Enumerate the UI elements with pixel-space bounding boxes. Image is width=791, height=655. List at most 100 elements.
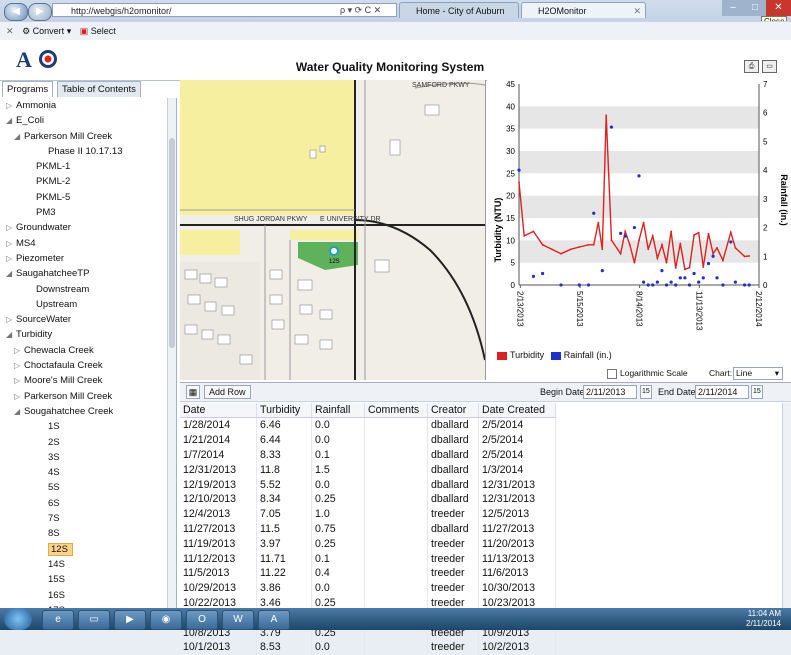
table-cell[interactable]: treeder [427, 580, 479, 596]
table-cell[interactable]: 1.5 [311, 462, 365, 478]
tab-table-of-contents[interactable]: Table of Contents [57, 81, 141, 97]
table-cell[interactable]: dballard [427, 432, 479, 448]
tree-node[interactable]: Upstream [0, 297, 176, 312]
chart-type-select[interactable]: Line ▾ [733, 367, 783, 380]
table-cell[interactable]: 11/5/2013 [180, 565, 257, 581]
table-cell[interactable]: 12/5/2013 [478, 506, 556, 522]
table-cell[interactable]: 0.0 [311, 639, 365, 655]
collapsed-arrow-icon[interactable]: ▷ [6, 251, 16, 266]
table-cell[interactable] [364, 565, 428, 581]
begin-date-field[interactable]: 2/11/2013 [583, 385, 637, 399]
tree-node[interactable]: ▷ Moore's Mill Creek [0, 373, 176, 388]
tree-node[interactable]: PM3 [0, 205, 176, 220]
table-cell[interactable] [364, 491, 428, 507]
tree-node[interactable]: PKML-5 [0, 190, 176, 205]
table-cell[interactable]: dballard [427, 491, 479, 507]
tree-node[interactable]: ◢ Sougahatchee Creek [0, 404, 176, 419]
tab-programs[interactable]: Programs [2, 81, 54, 97]
table-cell[interactable]: 1/7/2014 [180, 447, 257, 463]
tree-node[interactable]: 12S [0, 542, 176, 557]
table-cell[interactable]: 12/19/2013 [180, 477, 257, 492]
table-cell[interactable]: 10/30/2013 [478, 580, 556, 596]
table-cell[interactable]: 0.0 [311, 477, 365, 492]
close-button[interactable]: ✕ [766, 0, 791, 16]
table-cell[interactable]: dballard [427, 477, 479, 492]
collapsed-arrow-icon[interactable]: ▷ [6, 312, 16, 327]
tree-node[interactable]: ▷ Choctafaula Creek [0, 358, 176, 373]
table-cell[interactable] [364, 521, 428, 537]
tree-node[interactable]: 4S [0, 465, 176, 480]
table-cell[interactable]: 8.53 [256, 639, 312, 655]
table-cell[interactable]: 8.34 [256, 491, 312, 507]
collapsed-arrow-icon[interactable]: ▷ [14, 373, 24, 388]
address-actions[interactable]: ρ ▾ ⟳ C ✕ [340, 3, 381, 17]
table-cell[interactable]: treeder [427, 551, 479, 566]
tree-node[interactable]: 15S [0, 572, 176, 587]
tree-node[interactable]: 5S [0, 480, 176, 495]
table-cell[interactable]: 3.86 [256, 580, 312, 596]
expanded-arrow-icon[interactable]: ◢ [14, 404, 24, 419]
table-cell[interactable]: 11/12/2013 [180, 551, 257, 566]
table-row[interactable]: 10/1/2013 8.53 0.0 treeder 10/2/2013 [180, 639, 556, 655]
chrome-icon[interactable]: ◉ [150, 610, 182, 630]
table-cell[interactable] [364, 551, 428, 566]
table-cell[interactable]: 12/31/2013 [478, 491, 556, 507]
table-cell[interactable]: 7.05 [256, 506, 312, 522]
table-cell[interactable] [364, 580, 428, 596]
expanded-arrow-icon[interactable]: ◢ [6, 266, 16, 281]
table-cell[interactable]: 10/29/2013 [180, 580, 257, 596]
tree-node[interactable]: ▷ Parkerson Mill Creek [0, 389, 176, 404]
tree-node[interactable]: ▷ Piezometer [0, 251, 176, 266]
calendar-icon[interactable]: 15 [640, 385, 652, 399]
table-cell[interactable]: 11/27/2013 [478, 521, 556, 537]
tree-node[interactable]: PKML-1 [0, 159, 176, 174]
table-cell[interactable] [364, 477, 428, 492]
column-header[interactable]: Creator [427, 403, 479, 418]
table-cell[interactable]: 1/3/2014 [478, 462, 556, 478]
tree-node[interactable]: ◢ E_Coli [0, 113, 176, 128]
collapsed-arrow-icon[interactable]: ▷ [6, 220, 16, 235]
ie-icon[interactable]: e [42, 610, 74, 630]
table-cell[interactable] [364, 536, 428, 552]
table-cell[interactable]: 0.75 [311, 521, 365, 537]
table-cell[interactable]: 2/5/2014 [478, 417, 556, 433]
table-cell[interactable]: 0.1 [311, 551, 365, 566]
table-cell[interactable]: treeder [427, 639, 479, 655]
back-button[interactable]: ◀ [4, 3, 28, 21]
table-cell[interactable]: 11/27/2013 [180, 521, 257, 537]
add-row-button[interactable]: Add Row [204, 385, 251, 399]
forward-button[interactable]: ▶ [28, 3, 52, 21]
grid-scrollbar[interactable] [782, 403, 791, 609]
table-cell[interactable]: 8.33 [256, 447, 312, 463]
table-cell[interactable]: 12/31/2013 [180, 462, 257, 478]
expanded-arrow-icon[interactable]: ◢ [6, 327, 16, 342]
collapsed-arrow-icon[interactable]: ▷ [14, 389, 24, 404]
table-cell[interactable]: 5.52 [256, 477, 312, 492]
table-row[interactable]: 11/5/2013 11.22 0.4 treeder 11/6/2013 [180, 565, 556, 581]
table-cell[interactable]: 0.0 [311, 417, 365, 433]
table-cell[interactable]: dballard [427, 417, 479, 433]
map-canvas[interactable]: SHUG JORDAN PKWY E UNIVERSITY DR SAMFORD… [180, 80, 485, 380]
column-header[interactable]: Comments [364, 403, 428, 418]
table-cell[interactable]: 12/4/2013 [180, 506, 257, 522]
close-icon[interactable]: ✕ [6, 26, 14, 36]
table-row[interactable]: 11/12/2013 11.71 0.1 treeder 11/13/2013 [180, 551, 556, 566]
table-cell[interactable] [364, 506, 428, 522]
log-scale-checkbox[interactable] [607, 369, 617, 379]
table-row[interactable]: 1/28/2014 6.46 0.0 dballard 2/5/2014 [180, 417, 556, 433]
table-cell[interactable]: 11/19/2013 [180, 536, 257, 552]
table-cell[interactable]: 11/6/2013 [478, 565, 556, 581]
end-date-field[interactable]: 2/11/2014 [695, 385, 749, 399]
outlook-icon[interactable]: O [186, 610, 218, 630]
table-cell[interactable]: 10/2/2013 [478, 639, 556, 655]
table-cell[interactable]: 11.5 [256, 521, 312, 537]
table-cell[interactable]: 11/20/2013 [478, 536, 556, 552]
table-cell[interactable]: dballard [427, 521, 479, 537]
table-cell[interactable]: 12/31/2013 [478, 477, 556, 492]
tree-node[interactable]: PKML-2 [0, 174, 176, 189]
table-row[interactable]: 11/19/2013 3.97 0.25 treeder 11/20/2013 [180, 536, 556, 552]
table-row[interactable]: 10/29/2013 3.86 0.0 treeder 10/30/2013 [180, 580, 556, 596]
column-header[interactable]: Rainfall [311, 403, 365, 418]
tree-node[interactable]: 3S [0, 450, 176, 465]
tree-node[interactable]: Phase II 10.17.13 [0, 144, 176, 159]
